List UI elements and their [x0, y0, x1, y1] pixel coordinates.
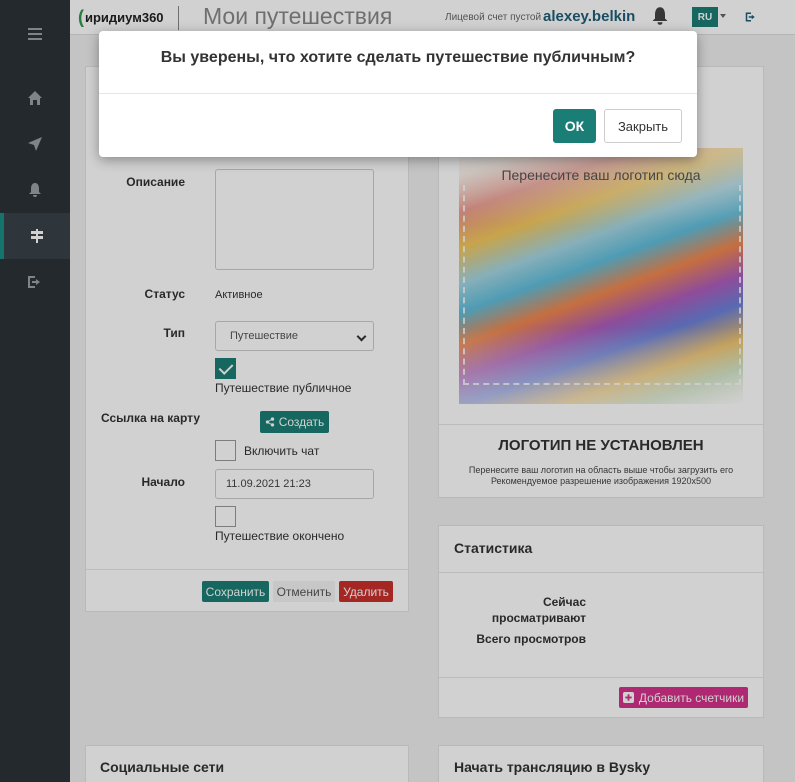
modal-divider — [99, 93, 697, 94]
ok-button[interactable]: ОК — [553, 109, 596, 143]
modal-title: Вы уверены, что хотите сделать путешеств… — [160, 49, 636, 66]
confirm-public-modal: Вы уверены, что хотите сделать путешеств… — [99, 31, 697, 157]
close-button[interactable]: Закрыть — [604, 109, 682, 143]
